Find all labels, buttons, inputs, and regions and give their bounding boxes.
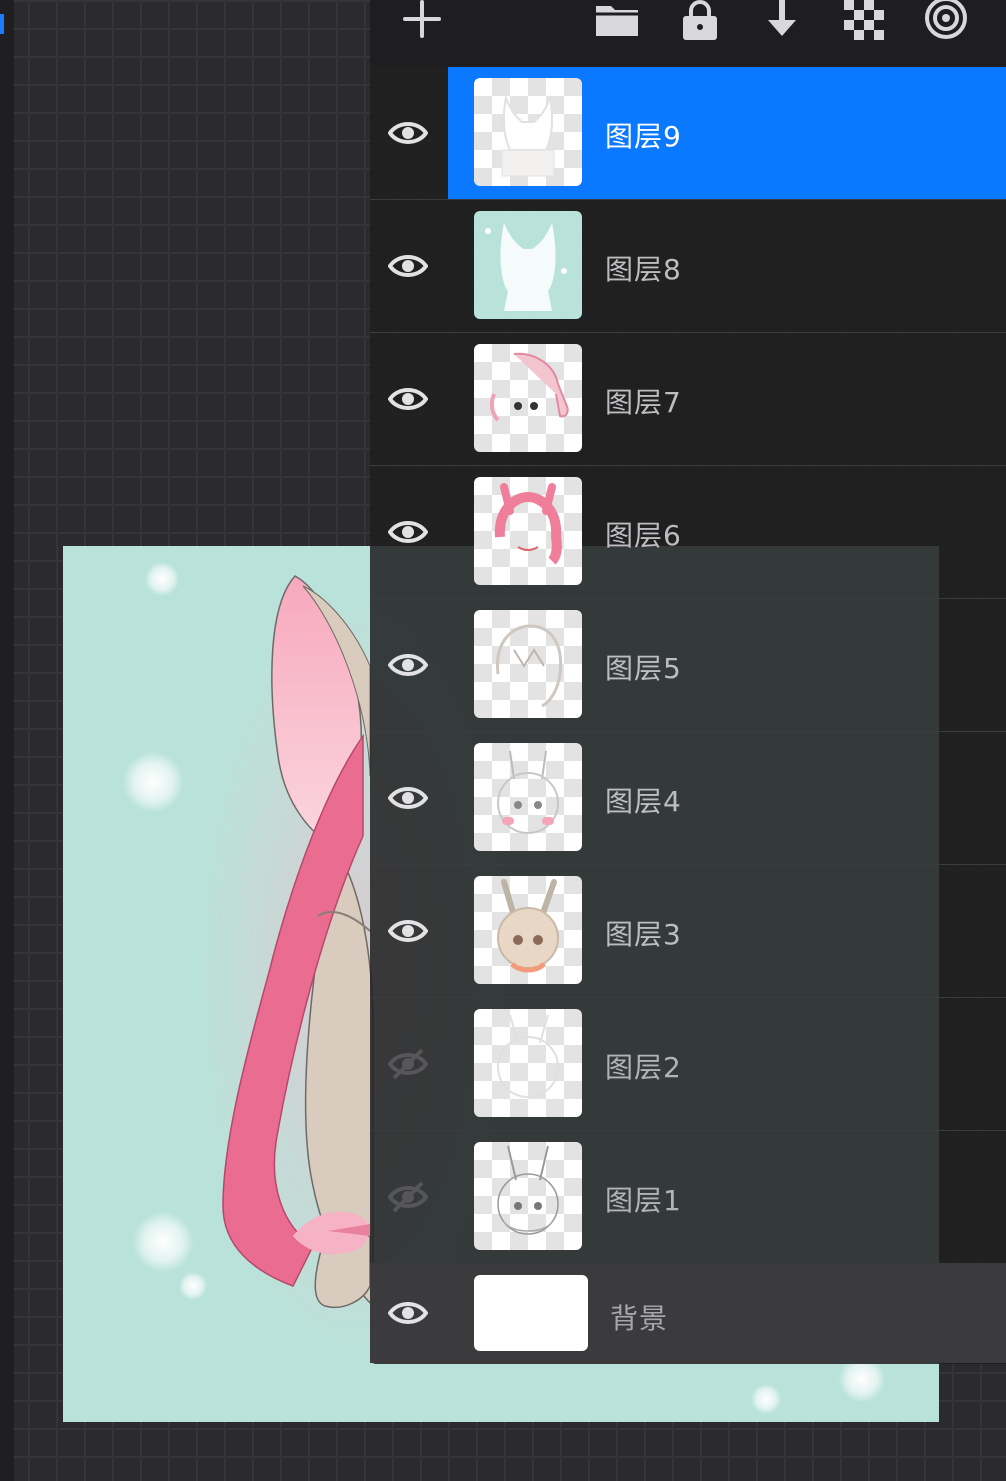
layer-row[interactable]: 图层4 [370,732,1006,865]
visibility-eye-icon[interactable] [387,512,429,552]
layer-name: 图层8 [605,253,682,286]
reference-button[interactable] [922,0,970,40]
layer-thumbnail [474,1142,582,1250]
visibility-eye-icon[interactable] [387,246,429,286]
layer-row[interactable]: 图层9 [370,67,1006,200]
checkerboard-icon [844,0,884,40]
layer-thumbnail [474,1009,582,1117]
visibility-eye-icon[interactable] [387,113,429,153]
layer-name: 图层1 [605,1184,682,1217]
visibility-eye-icon[interactable] [387,1293,429,1333]
layer-row[interactable]: 图层8 [370,200,1006,333]
layer-row[interactable]: 图层7 [370,333,1006,466]
layer-name: 背景 [610,1302,669,1335]
layer-thumbnail [474,211,582,319]
merge-down-button[interactable] [762,0,802,40]
layer-row[interactable]: 图层1 [370,1131,1006,1264]
layer-name: 图层9 [605,120,682,153]
group-button[interactable] [592,0,642,40]
layer-row[interactable]: 图层3 [370,865,1006,998]
lock-button[interactable] [678,0,722,40]
left-sidebar-strip [0,0,14,1481]
folder-icon [596,6,638,36]
layer-thumbnail [474,1275,588,1351]
visibility-hidden-icon[interactable] [387,1044,429,1084]
layer-thumbnail [474,477,582,585]
background-layer-row[interactable]: 背景 [370,1263,1006,1363]
visibility-eye-icon[interactable] [387,645,429,685]
layer-name: 图层6 [605,519,682,552]
layer-thumbnail [474,876,582,984]
layers-toolbar [370,0,1006,66]
layer-thumbnail [474,344,582,452]
layer-row[interactable]: 图层6 [370,466,1006,599]
visibility-eye-icon[interactable] [387,379,429,419]
add-layer-button[interactable] [400,0,444,40]
visibility-eye-icon[interactable] [387,911,429,951]
layer-thumbnail [474,743,582,851]
layer-thumbnail [474,78,582,186]
checkerboard-button[interactable] [842,0,886,40]
layer-name: 图层7 [605,386,682,419]
plus-icon [403,0,441,38]
layer-name: 图层2 [605,1051,682,1084]
layer-thumbnail [474,610,582,718]
layer-row[interactable]: 图层5 [370,599,1006,732]
visibility-hidden-icon[interactable] [387,1177,429,1217]
lock-icon [683,0,717,40]
layer-name: 图层4 [605,785,682,818]
layer-name: 图层5 [605,652,682,685]
left-accent-marker [0,14,4,34]
layer-name: 图层3 [605,918,682,951]
layer-row[interactable]: 图层2 [370,998,1006,1131]
arrow-down-icon [768,0,796,36]
visibility-eye-icon[interactable] [387,778,429,818]
spiral-icon [925,0,967,39]
